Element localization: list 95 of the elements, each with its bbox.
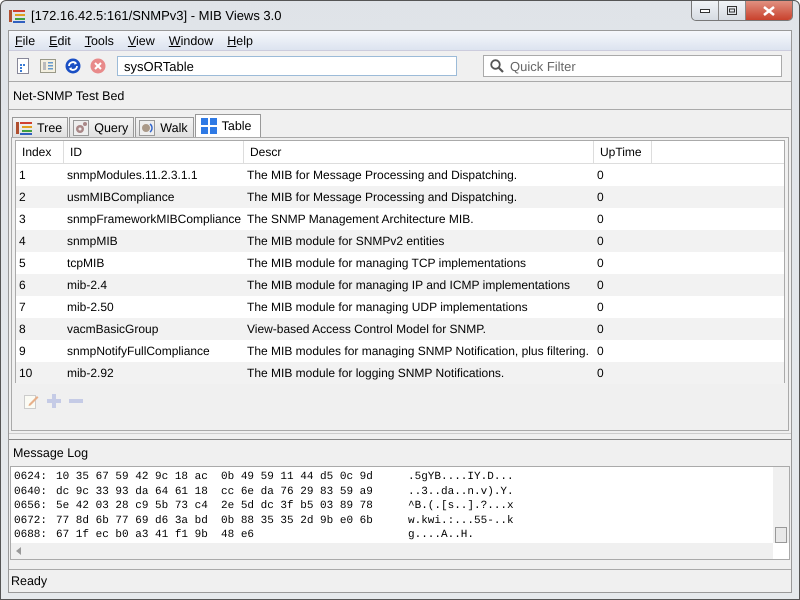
column-header[interactable]: Index	[16, 141, 64, 163]
table-cell-text: 9	[18, 343, 27, 360]
table-cell-text: The MIB module for managing UDP implementations	[246, 299, 529, 316]
table-cell-text: snmpModules.11.2.3.1.1	[66, 167, 199, 184]
table-cell-text: The MIB for Message Processing and Dispatching.	[246, 167, 518, 184]
minimize-button[interactable]	[692, 1, 719, 20]
ascii-text: ..3..da..n.v).Y.	[408, 486, 514, 498]
table-cell-text: 7	[18, 299, 27, 316]
table-cell-text: The MIB module for SNMPv2 entities	[246, 233, 446, 250]
menu-item[interactable]: Edit	[49, 34, 71, 48]
table-cell-text: 8	[18, 321, 27, 338]
table-cell-text: 0	[596, 167, 605, 184]
table-cell-text: 10	[18, 365, 34, 382]
column-header[interactable]: ID	[64, 141, 244, 163]
table-cell-text: 0	[596, 255, 605, 272]
refresh-icon[interactable]	[65, 58, 81, 74]
hex-offset: 0688:	[14, 529, 48, 542]
table-cell-text: 1	[18, 167, 27, 184]
table-cell-text: 0	[596, 189, 605, 206]
stop-icon[interactable]	[90, 58, 106, 74]
new-document-icon[interactable]	[15, 58, 31, 74]
table-cell-text: 2	[18, 189, 27, 206]
scroll-left-icon[interactable]	[16, 547, 22, 555]
maximize-button[interactable]	[719, 1, 746, 20]
search-icon	[490, 59, 504, 73]
quick-filter-field[interactable]: Quick Filter	[483, 55, 782, 77]
vertical-scrollbar[interactable]	[773, 467, 789, 543]
menu-item[interactable]: File	[15, 34, 36, 48]
table-cell-text: snmpNotifyFullCompliance	[66, 343, 211, 360]
tab[interactable]: Walk	[135, 117, 194, 137]
hex-offset: 0624:	[14, 471, 48, 484]
tree-icon	[16, 120, 32, 134]
table-cell-text: The MIB modules for managing SNMP Notification, plus filtering.	[246, 343, 590, 360]
restore-icon	[727, 6, 737, 15]
tab[interactable]: Tree	[12, 117, 68, 137]
menu-item[interactable]: Tools	[84, 34, 114, 48]
table-cell-text: mib-2.92	[66, 365, 115, 382]
status-text: Ready	[11, 574, 48, 588]
table-cell-text: mib-2.50	[66, 299, 115, 316]
table-cell-text: 0	[596, 233, 605, 250]
table-cell-text: 0	[596, 211, 605, 228]
table-cell-text: The MIB for Message Processing and Dispatching.	[246, 189, 518, 206]
table-cell-text: The MIB module for managing TCP implementations	[246, 255, 528, 272]
ascii-text: g....A..H.	[408, 529, 474, 542]
hex-bytes: 5e 42 03 28 c9 5b 73 c4 2e 5d dc 3f b5 03 89 78	[56, 500, 374, 512]
menu-item[interactable]: View	[128, 34, 155, 48]
table-cell-text: tcpMIB	[66, 255, 106, 272]
table-cell-text: 5	[18, 255, 27, 272]
edit-icon[interactable]	[23, 393, 39, 409]
hex-offset: 0656:	[14, 500, 48, 512]
hex-offset: 0640:	[14, 486, 48, 498]
table-cell-text: The SNMP Management Architecture MIB.	[246, 211, 475, 228]
table-cell-text: 0	[596, 321, 605, 338]
splitter[interactable]	[9, 433, 791, 440]
app-icon	[9, 8, 25, 22]
agent-label: Net-SNMP Test Bed	[13, 88, 124, 102]
table-cell-text: vacmBasicGroup	[66, 321, 160, 338]
close-icon	[763, 6, 775, 16]
table-cell-text: 4	[18, 233, 27, 250]
table-properties-icon[interactable]	[40, 58, 56, 74]
oid-field[interactable]: sysORTable	[117, 56, 457, 76]
column-header[interactable]: Descr	[244, 141, 594, 163]
panel-title: Message Log	[13, 446, 88, 460]
ascii-text: ^B.(.[s..].?...x	[408, 500, 514, 512]
hex-bytes: 67 1f ec b0 a3 41 f1 9b 48 e6	[56, 529, 256, 542]
hex-offset: 0672:	[14, 514, 48, 527]
table-cell-text: usmMIBCompliance	[66, 189, 176, 206]
table-cell-text: snmpMIB	[66, 233, 119, 250]
ascii-text: w.kwi.:...55-..k	[408, 514, 514, 527]
tab[interactable]: Query	[69, 117, 134, 137]
hex-bytes: 10 35 67 59 42 9c 18 ac 0b 49 59 11 44 d5 0c 9d	[56, 471, 374, 484]
table-cell-text: 0	[596, 299, 605, 316]
table-cell-text: View-based Access Control Model for SNMP.	[246, 321, 487, 338]
add-icon[interactable]	[47, 394, 61, 408]
hex-bytes: 77 8d 6b 77 69 d6 3a bd 0b 88 35 35 2d 9b e0 6b	[56, 514, 374, 527]
menu-item[interactable]: Window	[168, 34, 214, 48]
tab[interactable]: Table	[194, 114, 261, 137]
table-cell-text: 0	[596, 343, 605, 360]
menu-item[interactable]: Help	[227, 34, 253, 48]
window-title: [172.16.42.5:161/SNMPv3] - MIB Views 3.0	[31, 8, 282, 23]
table-cell-text: 6	[18, 277, 27, 294]
table-cell-text: The MIB module for managing IP and ICMP implementations	[246, 277, 572, 294]
table-cell-text: 0	[596, 365, 605, 382]
table-cell-text: 0	[596, 277, 605, 294]
table-cell-text: snmpFrameworkMIBCompliance	[66, 211, 242, 228]
close-button[interactable]	[746, 1, 792, 20]
horizontal-scrollbar[interactable]	[11, 543, 773, 559]
grid-icon	[200, 118, 217, 134]
ascii-text: .5gYB....IY.D...	[408, 471, 514, 484]
minimize-icon	[700, 8, 710, 12]
table-cell-text: The MIB module for logging SNMP Notifications.	[246, 365, 506, 382]
hex-bytes: dc 9c 33 93 da 64 61 18 cc 6e da 76 29 83 59 a9	[56, 486, 374, 498]
column-header[interactable]: UpTime	[594, 141, 652, 163]
table-cell-text: mib-2.4	[66, 277, 108, 294]
table-cell-text: 3	[18, 211, 27, 228]
